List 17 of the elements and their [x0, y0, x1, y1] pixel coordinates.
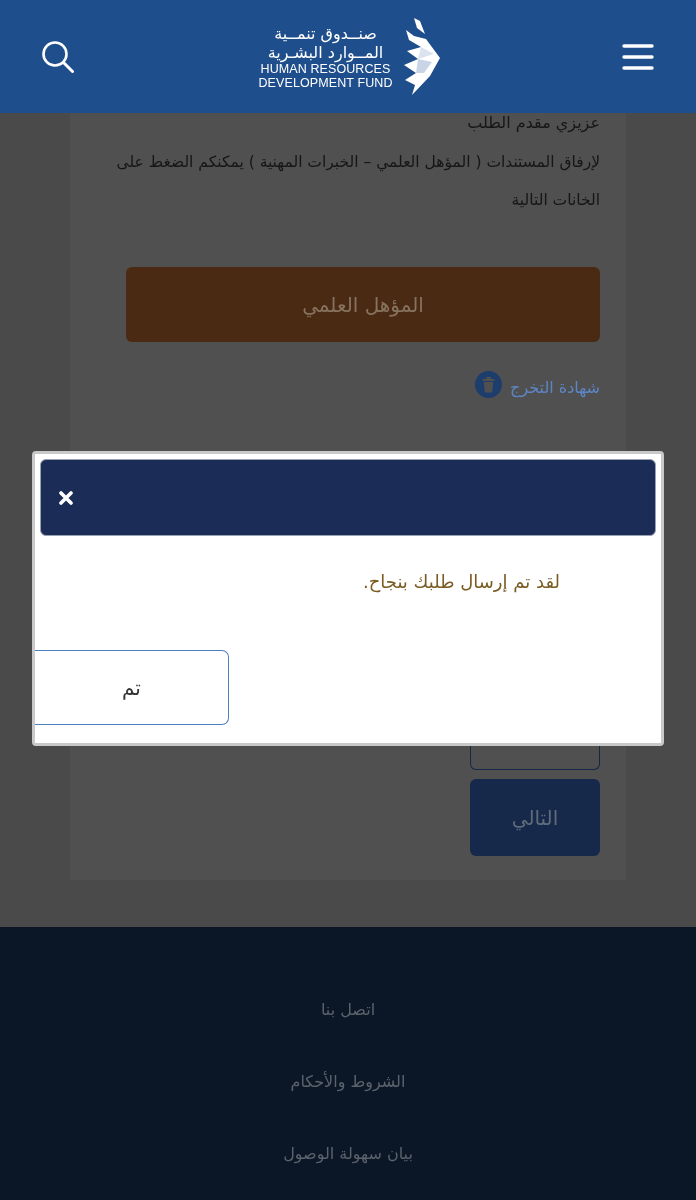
section-button[interactable]: المؤهل العلمي [126, 267, 600, 342]
success-message: لقد تم إرسال طلبك بنجاح. [362, 570, 560, 595]
instructions-text: لإرفاق المستندات ( المؤهل العلمي – الخبرات المهنية ) يمكنكم الضغط على الخانات التالية [115, 152, 600, 211]
logo-text: DEVELOPMENT FUND [258, 75, 393, 90]
logo-text: المــوارد البشـرية [267, 42, 384, 62]
footer-link[interactable]: بيان سهولة الوصول [283, 1141, 413, 1167]
footer-link[interactable]: الشروط والأحكام [290, 1069, 406, 1095]
footer-link[interactable]: اتصل بنا [320, 997, 376, 1023]
logo-text: صنــدوق تنمــية [274, 23, 377, 43]
search-icon[interactable] [42, 40, 74, 73]
greeting-text: عزيزي مقدم الطلب [467, 113, 600, 133]
confirm-button[interactable]: تم [35, 650, 229, 725]
logo-text: HUMAN RESOURCES [260, 61, 391, 76]
menu-icon[interactable] [622, 42, 654, 71]
attachment-link[interactable]: شهادة التخرج [510, 371, 600, 397]
next-button[interactable]: التالي [470, 779, 600, 856]
close-icon[interactable] [59, 490, 73, 505]
